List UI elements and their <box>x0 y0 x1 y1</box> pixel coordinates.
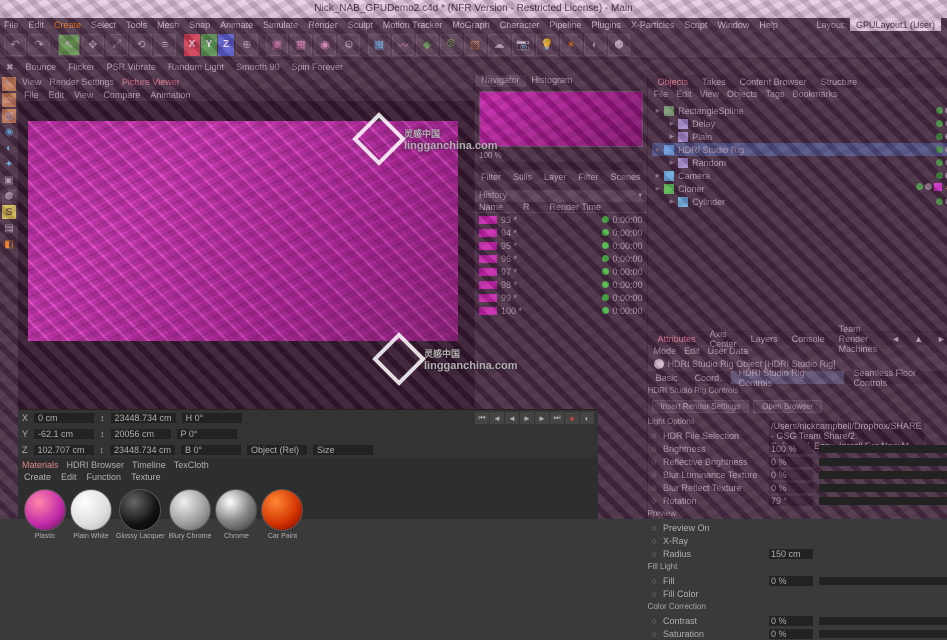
attr-slider[interactable] <box>819 577 947 585</box>
attr-slider[interactable] <box>819 630 947 638</box>
attr-row: ○Fill Color <box>648 587 947 600</box>
watermark-logo-icon <box>352 112 406 166</box>
autokey-button[interactable]: ◐ <box>580 412 594 424</box>
watermark-logo-icon <box>372 332 426 386</box>
attr-value-field[interactable]: 150 cm <box>769 549 813 559</box>
watermark: 灵感中国lingganchina.com <box>380 340 518 378</box>
attr-slider[interactable] <box>819 471 947 479</box>
goto-end-button[interactable]: ⏭ <box>550 412 564 424</box>
attr-slider[interactable] <box>819 497 947 505</box>
attr-slider[interactable] <box>819 617 947 625</box>
attr-row: ○Contrast0 % <box>648 614 947 627</box>
material-item[interactable]: Blury Chrome <box>169 489 212 540</box>
record-button[interactable]: ● <box>565 412 579 424</box>
attr-row: ○Preview On <box>648 521 947 534</box>
playback-controls: ⏮ ◄ ◄ ► ► ⏭ ● ◐ <box>475 412 594 424</box>
attr-slider[interactable] <box>819 458 947 466</box>
next-key-button[interactable]: ► <box>535 412 549 424</box>
attr-slider[interactable] <box>819 445 947 453</box>
navigator-thumbnail[interactable] <box>479 91 643 147</box>
material-item[interactable]: Plain White <box>70 489 112 540</box>
material-item[interactable]: Glossy Lacquer <box>116 489 165 540</box>
material-item[interactable]: Chrome <box>215 489 257 540</box>
play-back-button[interactable]: ◄ <box>505 412 519 424</box>
material-grid: PlasticPlain WhiteGlossy LacquerBlury Ch… <box>18 483 598 546</box>
attr-value-field[interactable]: 0 % <box>769 576 813 586</box>
play-button[interactable]: ► <box>520 412 534 424</box>
attr-row: ○X-Ray <box>648 534 947 547</box>
coord-mode-dropdown[interactable]: Object (Rel) <box>247 445 307 455</box>
attr-row: ○Radius150 cm <box>648 547 947 560</box>
attr-row: ○Fill0 % <box>648 574 947 587</box>
attr-value-field[interactable]: 0 % <box>769 616 813 626</box>
attr-slider[interactable] <box>819 484 947 492</box>
prev-key-button[interactable]: ◄ <box>490 412 504 424</box>
tab-materials[interactable]: Materials <box>22 460 59 470</box>
goto-start-button[interactable]: ⏮ <box>475 412 489 424</box>
attr-value-field[interactable]: 0 % <box>769 629 813 639</box>
material-item[interactable]: Plastic <box>24 489 66 540</box>
watermark: 灵感中国lingganchina.com <box>360 120 498 158</box>
attr-row: ○Saturation0 % <box>648 627 947 640</box>
coordinate-bar: X0 cm ↕23448.734 cm H 0° ⏮ ◄ ◄ ► ► ⏭ ● ◐ <box>18 410 598 426</box>
material-item[interactable]: Car Paint <box>261 489 303 540</box>
x-pos-field[interactable]: 0 cm <box>34 413 94 423</box>
